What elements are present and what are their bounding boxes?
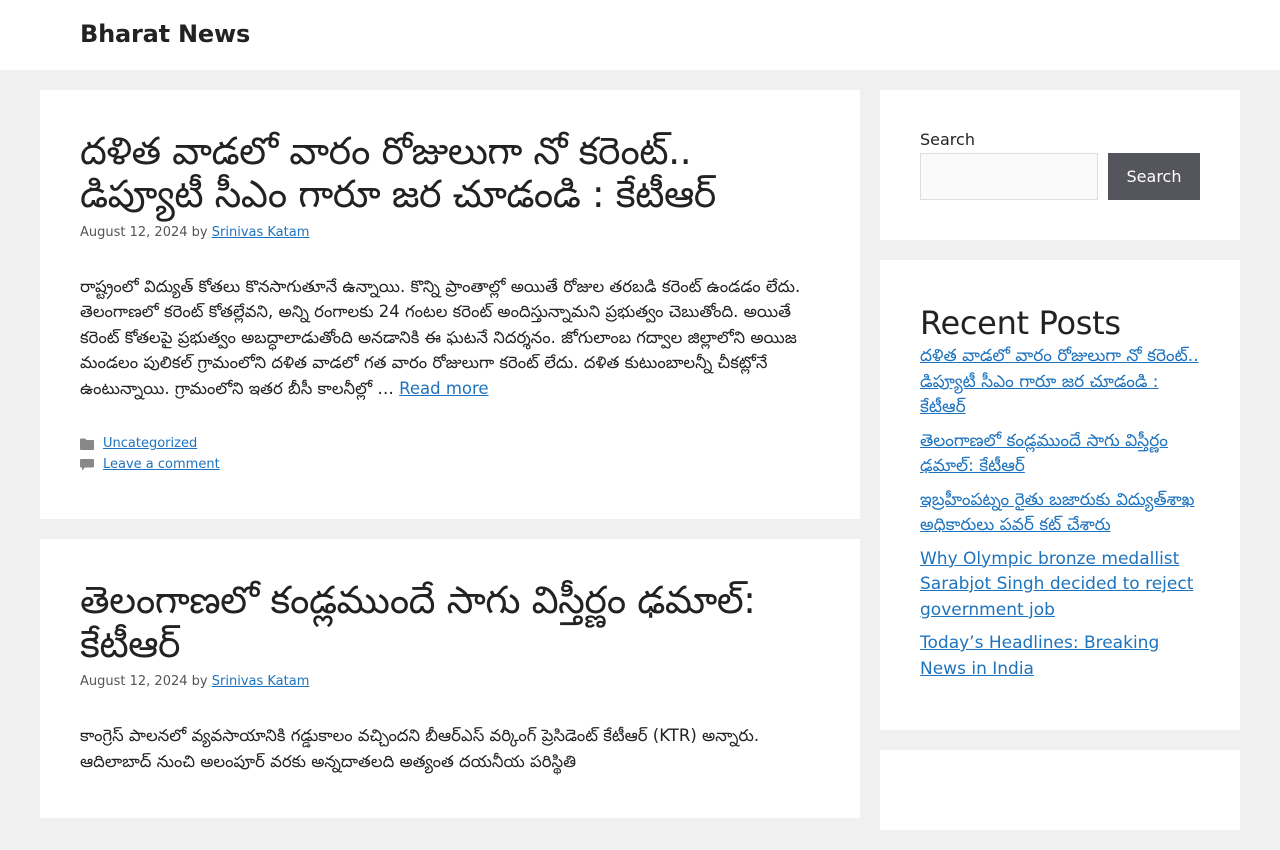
list-item: తెలంగాణలో కండ్లముందే సాగు విస్తీర్ణం ఢమా…	[920, 429, 1200, 480]
search-input[interactable]	[920, 153, 1098, 200]
folder-icon	[80, 438, 94, 450]
post-excerpt-text: కాంగ్రెస్ పాలనలో వ్యవసాయానికి గడ్డుకాలం …	[80, 726, 760, 771]
post-category-link[interactable]: Uncategorized	[103, 433, 197, 454]
search-widget: Search Search	[880, 90, 1240, 240]
list-item: Why Olympic bronze medallist Sarabjot Si…	[920, 547, 1200, 624]
search-row: Search	[920, 153, 1200, 200]
post-comment-row: Leave a comment	[80, 454, 820, 475]
comment-icon	[80, 458, 94, 471]
list-item: Today’s Headlines: Breaking News in Indi…	[920, 631, 1200, 682]
post-title[interactable]: తెలంగాణలో కండ్లముందే సాగు విస్తీర్ణం ఢమా…	[80, 579, 820, 666]
post-excerpt: రాష్ట్రంలో విద్యుత్ కోతలు కొనసాగుతూనే ఉన…	[80, 274, 820, 402]
search-label: Search	[920, 130, 975, 149]
read-more-link[interactable]: Read more	[399, 379, 488, 398]
recent-posts-widget: Recent Posts దళిత వాడలో వారం రోజులుగా నో…	[880, 260, 1240, 730]
recent-post-link[interactable]: తెలంగాణలో కండ్లముందే సాగు విస్తీర్ణం ఢమా…	[920, 431, 1168, 477]
post-excerpt: కాంగ్రెస్ పాలనలో వ్యవసాయానికి గడ్డుకాలం …	[80, 723, 820, 774]
post-comment-link[interactable]: Leave a comment	[103, 454, 220, 475]
list-item: ఇబ్రహీంపట్నం రైతు బజారుకు విద్యుత్‌శాఖ అ…	[920, 488, 1200, 539]
list-item: దళిత వాడలో వారం రోజులుగా నో కరెంట్.. డిప…	[920, 344, 1200, 421]
post-meta: August 12, 2024 by Srinivas Katam	[80, 674, 820, 689]
recent-post-link[interactable]: Why Olympic bronze medallist Sarabjot Si…	[920, 549, 1193, 620]
recent-posts-title: Recent Posts	[920, 304, 1121, 342]
search-button[interactable]: Search	[1108, 153, 1200, 200]
post-title[interactable]: దళిత వాడలో వారం రోజులుగా నో కరెంట్.. డిప…	[80, 129, 820, 217]
post-by-label: by	[191, 674, 208, 690]
sidebar: Search Search Recent Posts దళిత వాడలో వా…	[880, 90, 1240, 850]
sidebar-widget	[880, 750, 1240, 830]
recent-post-link[interactable]: Today’s Headlines: Breaking News in Indi…	[920, 633, 1159, 679]
post-article: దళిత వాడలో వారం రోజులుగా నో కరెంట్.. డిప…	[40, 90, 860, 520]
main-content: దళిత వాడలో వారం రోజులుగా నో కరెంట్.. డిప…	[40, 90, 860, 838]
post-author-link[interactable]: Srinivas Katam	[212, 674, 310, 689]
post-meta: August 12, 2024 by Srinivas Katam	[80, 225, 820, 240]
site-title-link[interactable]: Bharat News	[80, 20, 250, 48]
site-header: Bharat News	[0, 0, 1280, 70]
recent-post-link[interactable]: ఇబ్రహీంపట్నం రైతు బజారుకు విద్యుత్‌శాఖ అ…	[920, 490, 1194, 536]
post-footer: Uncategorized Leave a comment	[80, 433, 820, 475]
post-category-row: Uncategorized	[80, 433, 820, 454]
recent-post-link[interactable]: దళిత వాడలో వారం రోజులుగా నో కరెంట్.. డిప…	[920, 346, 1199, 417]
post-date: August 12, 2024	[80, 224, 188, 240]
recent-posts-list: దళిత వాడలో వారం రోజులుగా నో కరెంట్.. డిప…	[920, 344, 1200, 682]
post-by-label: by	[191, 224, 208, 240]
post-date: August 12, 2024	[80, 674, 188, 690]
post-author-link[interactable]: Srinivas Katam	[212, 225, 310, 240]
post-article: తెలంగాణలో కండ్లముందే సాగు విస్తీర్ణం ఢమా…	[40, 539, 860, 819]
